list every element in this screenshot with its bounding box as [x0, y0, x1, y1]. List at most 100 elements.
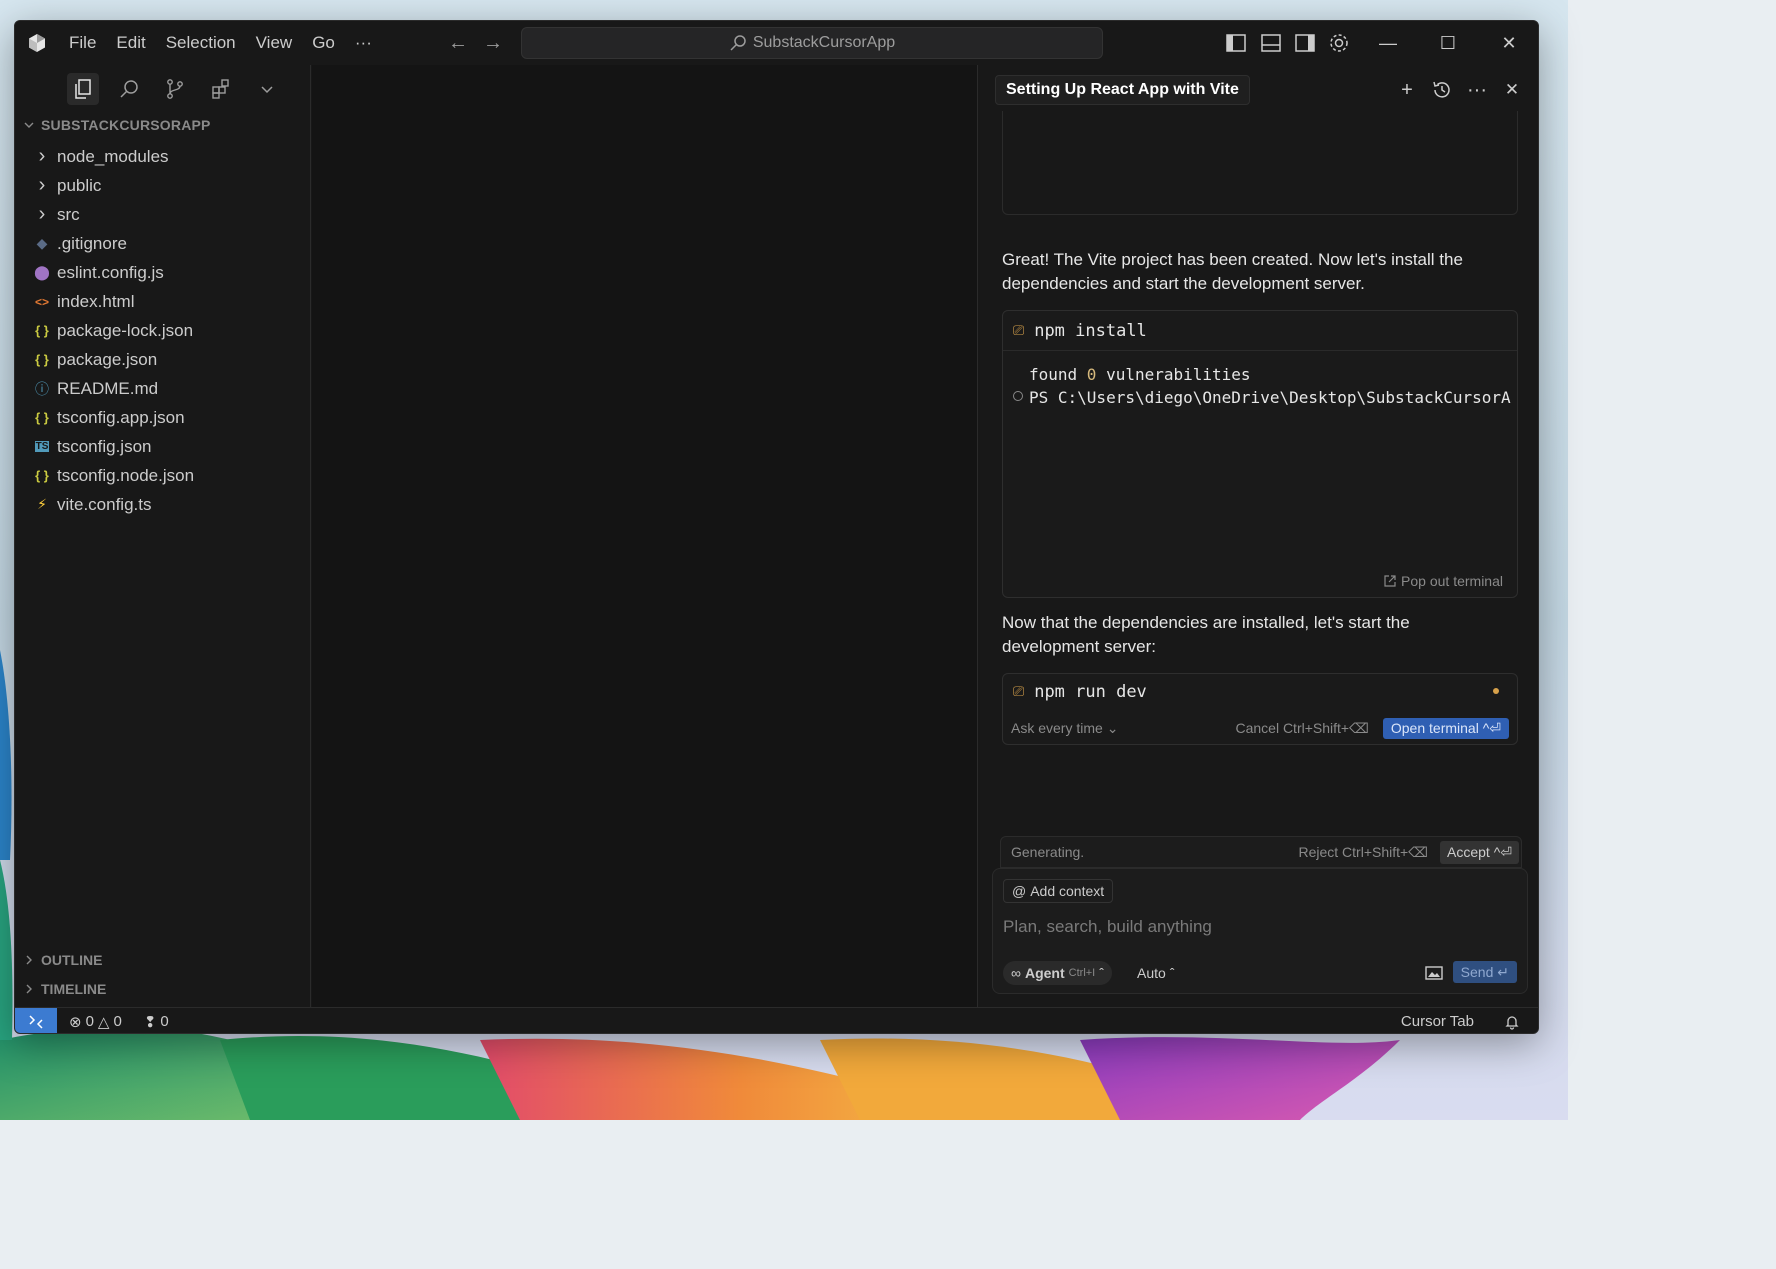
json-icon: { }: [35, 352, 49, 367]
cursor-tab-status[interactable]: Cursor Tab: [1401, 1013, 1474, 1030]
explorer-project-header[interactable]: SUBSTACKCURSORAPP: [23, 117, 211, 133]
extensions-button[interactable]: [205, 73, 237, 105]
eslint-icon: ⬤: [34, 264, 50, 280]
generating-status: Generating.: [1011, 844, 1085, 860]
open-terminal-button[interactable]: Open terminal ^⏎: [1382, 717, 1509, 739]
ask-every-time-dropdown[interactable]: Ask every time ⌄: [1011, 720, 1118, 737]
chevron-down-icon: [24, 122, 34, 128]
tree-folder[interactable]: › src: [15, 200, 310, 229]
tree-file[interactable]: ⬤ eslint.config.js: [15, 258, 310, 287]
infinity-icon: ∞: [1011, 965, 1021, 981]
tree-item-label: README.md: [57, 378, 159, 398]
close-chat-icon[interactable]: ✕: [1499, 77, 1525, 103]
tree-item-label: tsconfig.json: [57, 436, 152, 456]
tree-file[interactable]: TS tsconfig.json: [15, 432, 310, 461]
minimize-icon[interactable]: —: [1374, 29, 1402, 57]
maximize-icon[interactable]: ☐: [1434, 29, 1462, 57]
terminal-command-header: ⎚ npm run dev: [1003, 674, 1517, 710]
app-window: File Edit Selection View Go ··· ← → Subs…: [14, 20, 1539, 1034]
at-sign-icon: @: [1012, 883, 1027, 899]
menu-selection[interactable]: Selection: [156, 33, 246, 53]
tree-item-label: tsconfig.node.json: [57, 465, 195, 485]
toggle-secondary-sidebar-icon[interactable]: [1293, 31, 1317, 55]
vite-icon: ⚡: [37, 496, 47, 512]
chat-input-box: @ Add context ∞ Agent Ctrl+I ˆ Auto ˆ Se…: [992, 868, 1528, 994]
settings-gear-icon[interactable]: [1327, 31, 1351, 55]
close-window-icon[interactable]: ✕: [1495, 29, 1523, 57]
file-tree: › node_modules › public › src ◆ .gitignore ⬤ esli…: [15, 142, 310, 519]
extensions-icon: [212, 79, 229, 99]
source-control-button[interactable]: [159, 73, 191, 105]
cursor-logo-icon: [29, 34, 45, 52]
history-icon[interactable]: [1429, 77, 1455, 103]
json-icon: { }: [35, 468, 49, 483]
toggle-primary-sidebar-icon[interactable]: [1224, 31, 1248, 55]
menu-more[interactable]: ···: [345, 33, 382, 53]
tree-file[interactable]: <> index.html: [15, 287, 310, 316]
tree-item-label: node_modules: [57, 146, 169, 166]
tree-file[interactable]: { } tsconfig.app.json: [15, 403, 310, 432]
back-arrow-icon[interactable]: ←: [446, 31, 470, 55]
tree-folder[interactable]: › public: [15, 171, 310, 200]
menu-file[interactable]: File: [59, 33, 106, 53]
forward-arrow-icon[interactable]: →: [481, 31, 505, 55]
tree-file[interactable]: { } package-lock.json: [15, 316, 310, 345]
search-box-text: SubstackCursorApp: [752, 34, 896, 51]
editor-area[interactable]: [312, 65, 977, 1007]
search-view-button[interactable]: [113, 73, 145, 105]
tree-file[interactable]: { } tsconfig.node.json: [15, 461, 310, 490]
assistant-message-2: Now that the dependencies are installed,…: [1002, 613, 1410, 656]
menu-view[interactable]: View: [246, 33, 303, 53]
toggle-panel-icon[interactable]: [1259, 31, 1283, 55]
command-search-box[interactable]: SubstackCursorApp: [521, 27, 1103, 59]
terminal-output-line-1: found 0 vulnerabilities: [1029, 365, 1251, 384]
terminal-output-line-2: PS C:\Users\diego\OneDrive\Desktop\Subst…: [1029, 388, 1511, 407]
tree-file[interactable]: ⓘ README.md: [15, 374, 310, 403]
more-views-button[interactable]: [251, 73, 283, 105]
tree-file[interactable]: ⚡ vite.config.ts: [15, 490, 310, 519]
outline-section[interactable]: OUTLINE: [23, 952, 102, 968]
explorer-button[interactable]: [67, 73, 99, 105]
more-options-icon[interactable]: ···: [1464, 77, 1490, 103]
add-context-button[interactable]: @ Add context: [1003, 879, 1114, 903]
new-chat-icon[interactable]: +: [1394, 77, 1420, 103]
info-icon: ⓘ: [35, 380, 49, 397]
previous-output-box: [1002, 111, 1518, 215]
send-button[interactable]: Send ↵: [1452, 961, 1517, 983]
external-link-icon: [1384, 575, 1396, 587]
broadcast-icon: ❢: [143, 1013, 157, 1031]
terminal-command-header: ⎚ npm install: [1003, 311, 1517, 351]
chevron-up-icon: ˆ: [1169, 965, 1175, 981]
menu-edit[interactable]: Edit: [106, 33, 155, 53]
notifications-bell-icon[interactable]: [1504, 1014, 1520, 1030]
chevron-up-icon: ˆ: [1099, 965, 1104, 981]
chevron-right-icon: ›: [38, 174, 46, 196]
problems-indicator[interactable]: ⊗ 0 △ 0: [69, 1013, 122, 1031]
pop-out-terminal-button[interactable]: Pop out terminal: [1384, 573, 1503, 589]
outline-label: OUTLINE: [41, 952, 103, 968]
chevron-down-icon: [261, 86, 273, 94]
image-upload-icon[interactable]: [1425, 964, 1443, 982]
reject-button[interactable]: Reject Ctrl+Shift+⌫: [1298, 844, 1428, 861]
cancel-button[interactable]: Cancel Ctrl+Shift+⌫: [1235, 720, 1368, 737]
chat-prompt-input[interactable]: [1003, 915, 1503, 939]
menu-go[interactable]: Go: [302, 33, 345, 53]
remote-indicator[interactable]: [15, 1007, 57, 1033]
timeline-section[interactable]: TIMELINE: [23, 981, 106, 997]
accept-button[interactable]: Accept ^⏎: [1440, 840, 1519, 864]
tree-item-label: tsconfig.app.json: [57, 407, 185, 427]
chat-tab-title[interactable]: Setting Up React App with Vite: [995, 75, 1250, 105]
agent-mode-selector[interactable]: ∞ Agent Ctrl+I ˆ: [1003, 961, 1112, 985]
tree-file[interactable]: ◆ .gitignore: [15, 229, 310, 258]
tree-item-label: index.html: [57, 291, 135, 311]
timeline-label: TIMELINE: [41, 981, 107, 997]
menu-bar: File Edit Selection View Go ···: [59, 21, 382, 65]
tree-file[interactable]: { } package.json: [15, 345, 310, 374]
chevron-right-icon: ›: [38, 203, 46, 225]
tree-folder[interactable]: › node_modules: [15, 142, 310, 171]
ports-indicator[interactable]: ❢ 0: [144, 1013, 169, 1031]
terminal-output: found 0 vulnerabilities PS C:\Users\dieg…: [1003, 351, 1517, 409]
terminal-command: npm install: [1034, 320, 1147, 341]
prompt-status-dot: [1013, 391, 1023, 401]
model-selector[interactable]: Auto ˆ: [1137, 961, 1174, 985]
